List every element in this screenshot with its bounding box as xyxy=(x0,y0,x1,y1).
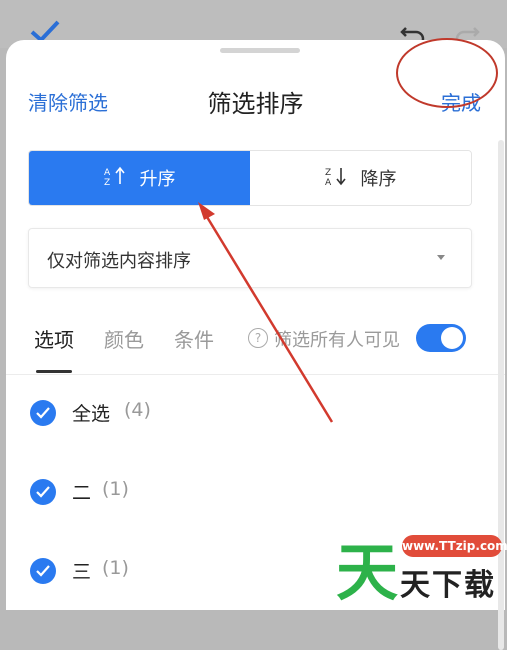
option-label: 二 xyxy=(72,482,92,504)
toggle-knob xyxy=(441,327,463,349)
filter-sort-sheet: 清除筛选 筛选排序 完成 A Z 升序 Z A 降序 仅对筛选内容排序 选项 颜… xyxy=(6,40,505,650)
chevron-down-icon xyxy=(437,255,445,260)
sort-scope-value: 仅对筛选内容排序 xyxy=(47,251,191,272)
option-count: (1) xyxy=(102,478,129,500)
sort-descending-icon: Z A xyxy=(325,166,347,191)
sort-ascending-label: 升序 xyxy=(139,169,176,190)
tab-condition[interactable]: 条件 xyxy=(174,324,214,353)
drag-handle[interactable] xyxy=(220,48,300,53)
watermark-text: 天下载 xyxy=(400,568,496,603)
sort-ascending-button[interactable]: A Z 升序 xyxy=(29,151,250,205)
tab-options[interactable]: 选项 xyxy=(34,324,74,353)
filter-visible-label: 筛选所有人可见 xyxy=(274,330,400,351)
checkbox-checked-icon[interactable] xyxy=(30,400,56,426)
scrollbar[interactable] xyxy=(498,140,504,650)
help-icon[interactable]: ? xyxy=(248,328,268,348)
sort-descending-label: 降序 xyxy=(360,169,397,190)
option-label: 三 xyxy=(72,561,92,583)
watermark-site: www.TTzip.com xyxy=(402,535,507,557)
sort-ascending-icon: A Z xyxy=(104,166,126,191)
option-select-all[interactable]: 全选 (4) xyxy=(6,394,505,434)
active-tab-indicator xyxy=(36,370,72,373)
sort-descending-button[interactable]: Z A 降序 xyxy=(250,151,471,205)
done-button[interactable]: 完成 xyxy=(441,87,481,116)
tab-color[interactable]: 颜色 xyxy=(104,324,144,353)
svg-text:Z: Z xyxy=(325,168,331,178)
filter-visible-toggle[interactable] xyxy=(416,324,466,352)
option-count: (1) xyxy=(102,557,129,579)
checkbox-checked-icon[interactable] xyxy=(30,558,56,584)
option-count: (4) xyxy=(124,399,151,421)
sheet-title: 筛选排序 xyxy=(207,90,304,118)
svg-text:A: A xyxy=(325,178,332,186)
sort-order-toggle: A Z 升序 Z A 降序 xyxy=(28,150,472,206)
svg-text:A: A xyxy=(104,168,111,178)
svg-text:Z: Z xyxy=(104,178,110,186)
sort-scope-select[interactable]: 仅对筛选内容排序 xyxy=(28,228,472,288)
checkbox-checked-icon[interactable] xyxy=(30,479,56,505)
option-label: 全选 xyxy=(72,403,111,425)
watermark-glyph: 天 xyxy=(336,536,399,609)
filter-tabs: 选项 颜色 条件 ? 筛选所有人可见 xyxy=(6,318,505,375)
option-item[interactable]: 二 (1) xyxy=(6,473,505,513)
